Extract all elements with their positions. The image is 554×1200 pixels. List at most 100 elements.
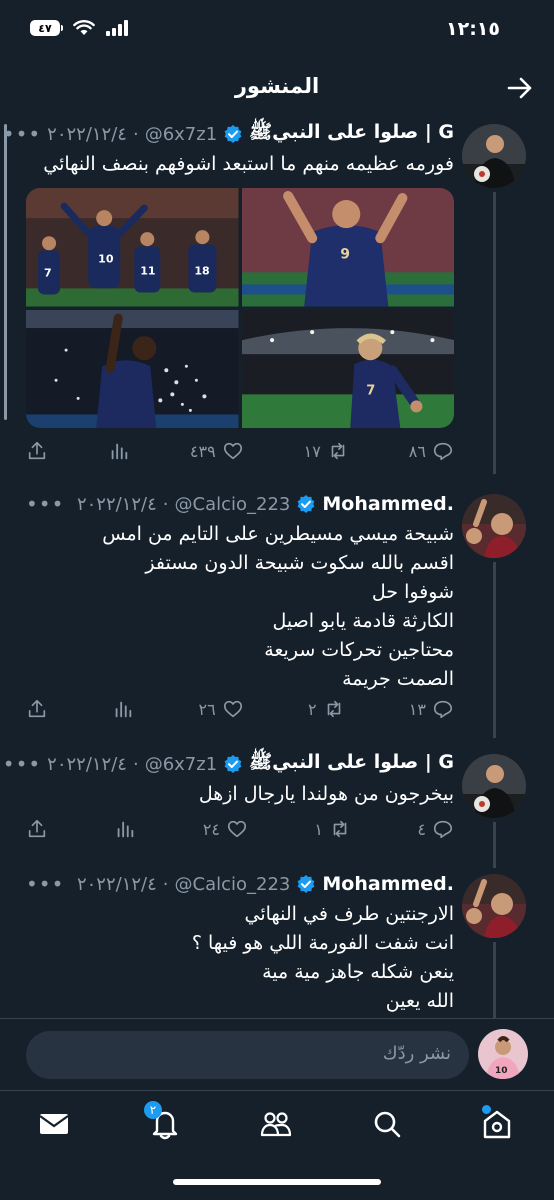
tweet-actions: ١٣ ٢ ٢٦ [26,696,454,722]
tweet[interactable]: Mohammed. @Calcio_223 · ٢٠٢٢/١٢/٤ ••• شب… [0,488,554,738]
reply-button[interactable]: ١٣ [409,698,454,720]
display-name[interactable]: صلوا على النبيﷺ | G [249,120,454,148]
display-name[interactable]: Mohammed. [322,873,454,895]
like-button[interactable]: ٤٣٩ [190,440,244,462]
share-button[interactable] [26,440,48,462]
display-name[interactable]: Mohammed. [322,493,454,515]
nav-search[interactable] [370,1107,406,1143]
avatar[interactable] [462,124,526,188]
tweet-text-line: الصمت جريمة [342,668,454,690]
share-icon [28,441,46,460]
nav-home[interactable] [480,1105,516,1143]
photo-players-celebrating[interactable]: 7 10 11 18 [26,188,239,307]
tweet-media-grid[interactable]: 7 10 11 18 9 7 [26,188,454,428]
tweet-text-line: محتاجين تحركات سريعة [264,639,454,661]
like-icon [227,820,247,838]
notification-badge: ٢ [144,1101,162,1119]
status-icons: ٤٧ [30,20,129,36]
more-icon[interactable]: ••• [26,492,64,516]
my-avatar[interactable]: 10 [478,1029,528,1079]
search-icon [374,1111,401,1138]
tweet-text: الارجنتين طرف في النهائي انت شفت الفورمة… [20,900,454,1016]
tweet-text-line: فورمه عظيمه منهم ما استبعد اشوفهم بنصف ا… [43,153,454,175]
photo-player-number-7[interactable]: 7 [241,309,454,428]
reply-icon [433,700,453,719]
home-unread-dot [482,1105,491,1114]
thread-line [493,562,496,738]
wifi-icon [73,20,95,35]
handle[interactable]: @Calcio_223 [175,494,291,515]
reply-button[interactable]: ٨٦ [409,440,454,462]
display-name[interactable]: صلوا على النبيﷺ | G [249,750,454,778]
verified-icon [224,125,242,143]
handle[interactable]: @6x7z1 [145,754,217,775]
share-button[interactable] [26,818,48,840]
separator: · [162,873,169,895]
svg-text:7: 7 [366,383,375,398]
photo-player-number-9[interactable]: 9 [241,188,454,307]
tweet-date: ٢٠٢٢/١٢/٤ [47,753,127,775]
reply-input[interactable]: نشر ردّك [26,1031,469,1079]
avatar[interactable] [462,874,526,938]
separator: · [132,753,139,775]
retweet-count: ١٧ [303,441,321,461]
views-button[interactable] [112,698,134,720]
svg-text:10: 10 [495,1066,508,1076]
tweet-date: ٢٠٢٢/١٢/٤ [76,493,157,515]
tweet-actions: ٤ ١ ٢٤ [26,816,454,842]
retweet-button[interactable]: ٢ [308,698,345,720]
views-icon [118,821,134,838]
views-icon [111,443,128,460]
like-count: ٤٣٩ [189,441,216,461]
back-arrow-icon[interactable] [506,74,534,102]
like-button[interactable]: ٢٤ [203,818,248,840]
home-indicator[interactable] [173,1179,381,1185]
nav-notifications[interactable]: ٢ [144,1101,184,1143]
thread-line [493,942,496,1018]
tweet-text-line: الكارثة قادمة يابو اصيل [272,610,454,632]
retweet-button[interactable]: ١٧ [304,440,349,462]
more-icon[interactable]: ••• [3,752,41,776]
battery-icon: ٤٧ [30,20,63,36]
tweet-text: فورمه عظيمه منهم ما استبعد اشوفهم بنصف ا… [20,150,454,179]
tweet[interactable]: Mohammed. @Calcio_223 · ٢٠٢٢/١٢/٤ ••• ال… [0,868,554,1018]
more-icon[interactable]: ••• [26,872,64,896]
signal-icon [106,20,128,36]
tweet-header: Mohammed. @Calcio_223 · ٢٠٢٢/١٢/٤ ••• [26,490,454,518]
tweet-actions: ٨٦ ١٧ ٤٣٩ [26,438,454,464]
reply-count: ١٣ [408,699,426,719]
share-button[interactable] [26,698,48,720]
retweet-count: ٢ [307,699,317,719]
like-button[interactable]: ٢٦ [199,698,244,720]
svg-text:18: 18 [194,264,209,277]
share-icon [28,819,46,838]
avatar[interactable] [462,494,526,558]
tweet-header: صلوا على النبيﷺ | G @6x7z1 · ٢٠٢٢/١٢/٤ •… [3,120,454,148]
svg-text:9: 9 [340,246,350,262]
tweet-date: ٢٠٢٢/١٢/٤ [76,873,157,895]
nav-communities[interactable] [259,1107,295,1143]
avatar[interactable] [462,754,526,818]
tweet-text-line: شوفوا حل [371,581,454,603]
battery-level: ٤٧ [30,20,60,36]
tweet[interactable]: صلوا على النبيﷺ | G @6x7z1 · ٢٠٢٢/١٢/٤ •… [0,748,554,868]
verified-icon [297,495,315,513]
reply-placeholder: نشر ردّك [382,1043,451,1064]
handle[interactable]: @6x7z1 [145,124,217,145]
views-button[interactable] [108,440,130,462]
like-icon [223,700,242,718]
separator: · [132,123,139,145]
reply-composer: نشر ردّك 10 [0,1018,554,1090]
more-icon[interactable]: ••• [3,122,41,146]
nav-messages[interactable] [37,1107,73,1143]
status-bar: ٤٧ ١٢:١٥ [0,0,554,62]
like-count: ٢٤ [202,819,220,839]
photo-player-rain[interactable] [26,309,239,428]
retweet-button[interactable]: ١ [314,818,351,840]
views-button[interactable] [114,818,136,840]
handle[interactable]: @Calcio_223 [175,874,291,895]
reply-button[interactable]: ٤ [417,818,454,840]
tweet[interactable]: صلوا على النبيﷺ | G @6x7z1 · ٢٠٢٢/١٢/٤ •… [0,118,554,474]
tweet-text-line: اقسم بالله سكوت شبيحة الدون مستفز [145,552,454,574]
tweet-text-line: انت شفت الفورمة اللي هو فيها ؟ [191,932,454,954]
